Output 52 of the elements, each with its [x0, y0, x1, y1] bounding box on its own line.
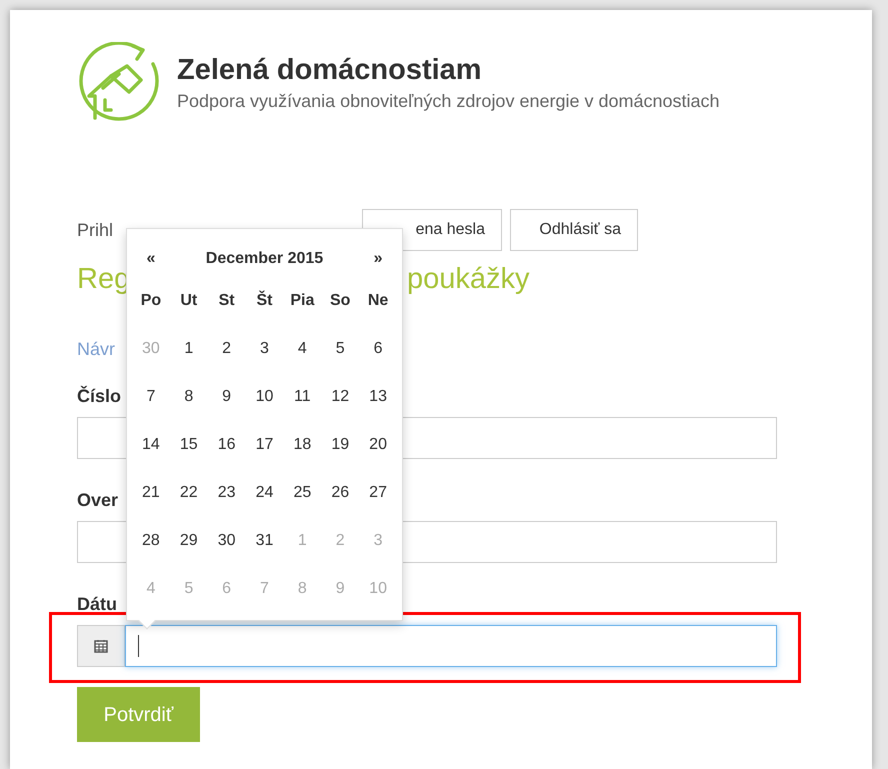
weekday-label: Ne: [366, 291, 390, 311]
weekday-label: St: [218, 291, 236, 311]
field-label: Over: [77, 491, 118, 509]
calendar-day[interactable]: 14: [132, 433, 170, 457]
calendar-day[interactable]: 17: [246, 433, 284, 457]
month-title[interactable]: December 2015: [170, 247, 360, 271]
calendar-day[interactable]: 23: [208, 481, 246, 505]
calendar-day[interactable]: 12: [321, 385, 360, 409]
site-title: Zelená domácnostiam: [177, 54, 483, 86]
text-cursor: [138, 635, 139, 657]
date-input-field[interactable]: [125, 625, 777, 667]
page-heading: poukážky: [407, 262, 530, 298]
calendar-day[interactable]: 4: [283, 337, 322, 361]
calendar-day[interactable]: 11: [283, 385, 322, 409]
previous-month-button[interactable]: «: [132, 247, 170, 271]
calendar-day[interactable]: 15: [170, 433, 208, 457]
calendar-day[interactable]: 22: [170, 481, 208, 505]
calendar-day[interactable]: 2: [208, 337, 246, 361]
calendar-day[interactable]: 13: [359, 385, 397, 409]
calendar-day[interactable]: 18: [283, 433, 322, 457]
login-text: Prihl: [77, 218, 114, 242]
calendar-day[interactable]: 31: [246, 529, 284, 553]
calendar-day[interactable]: 20: [359, 433, 397, 457]
calendar-day[interactable]: 5: [321, 337, 360, 361]
calendar-day[interactable]: 27: [359, 481, 397, 505]
field-label: Dátu: [77, 595, 117, 613]
calendar-day[interactable]: 30: [208, 529, 246, 553]
calendar-day[interactable]: 24: [246, 481, 284, 505]
calendar-day[interactable]: 6: [359, 337, 397, 361]
calendar-day[interactable]: 9: [208, 385, 246, 409]
weekday-label: Po: [140, 291, 162, 311]
calendar-day[interactable]: 7: [132, 385, 170, 409]
calendar-day[interactable]: 16: [208, 433, 246, 457]
calendar-day[interactable]: 26: [321, 481, 360, 505]
calendar-day[interactable]: 8: [170, 385, 208, 409]
weekday-label: Ut: [179, 291, 198, 311]
calendar-day[interactable]: 19: [321, 433, 360, 457]
calendar-day[interactable]: 10: [246, 385, 284, 409]
calendar-day[interactable]: 28: [132, 529, 170, 553]
calendar-day[interactable]: 3: [246, 337, 284, 361]
weekday-label: Pia: [289, 291, 316, 311]
calendar-day[interactable]: 1: [170, 337, 208, 361]
weekday-label: So: [328, 291, 352, 311]
calendar-day[interactable]: 21: [132, 481, 170, 505]
weekday-label: Št: [255, 290, 274, 311]
calendar-icon: [94, 639, 108, 653]
calendar-day[interactable]: 25: [283, 481, 322, 505]
site-subtitle: Podpora využívania obnoviteľných zdrojov energie v domácnostiach: [177, 90, 720, 113]
calendar-addon[interactable]: [77, 625, 125, 667]
calendar-day[interactable]: 29: [170, 529, 208, 553]
header-button[interactable]: Odhlásiť sa: [510, 209, 638, 251]
field-label: Číslo: [77, 387, 122, 405]
